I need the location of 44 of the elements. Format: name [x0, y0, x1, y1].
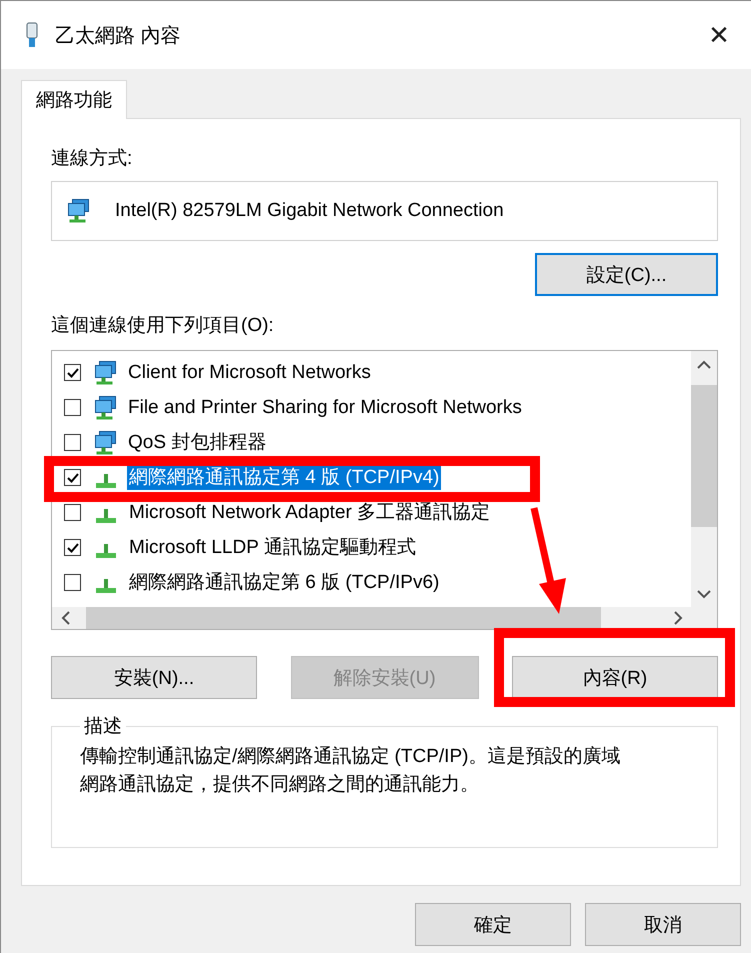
checkbox[interactable]: [64, 469, 81, 486]
list-item[interactable]: QoS 封包排程器: [126, 430, 268, 454]
dialog-button[interactable]: 取消: [585, 903, 741, 946]
list-item[interactable]: Microsoft LLDP 通訊協定驅動程式: [127, 536, 418, 560]
window-title: 乙太網路 內容: [55, 24, 182, 48]
network-protocol-icon: [96, 544, 116, 558]
scroll-up-icon[interactable]: [697, 360, 711, 368]
field-label: 連線方式:: [51, 147, 134, 171]
scroll-down-icon[interactable]: [697, 590, 711, 598]
scroll-thumb[interactable]: [691, 385, 717, 527]
scroll-left-icon[interactable]: [60, 611, 70, 625]
list-item[interactable]: 網際網路通訊協定第 4 版 (TCP/IPv4): [127, 466, 442, 490]
list-item[interactable]: 網際網路通訊協定第 6 版 (TCP/IPv6): [127, 570, 442, 594]
horizontal-scrollbar[interactable]: [52, 607, 691, 629]
group-title: 描述: [83, 715, 123, 739]
network-computer-icon: [95, 360, 116, 384]
item-button[interactable]: 安裝(N)...: [51, 656, 257, 699]
list-item[interactable]: Microsoft Network Adapter 多工器通訊協定: [127, 500, 492, 524]
field-label: 這個連線使用下列項目(O):: [51, 314, 275, 338]
checkbox[interactable]: [64, 539, 81, 556]
checkbox[interactable]: [64, 364, 81, 381]
checkbox[interactable]: [64, 504, 81, 521]
network-adapter-icon: [68, 199, 89, 223]
description-text: 傳輸控制通訊協定/網際網路通訊協定 (TCP/IP)。這是預設的廣域網路通訊協定，提供不同網路之間的通訊能力。: [80, 745, 622, 797]
adapter-name: Intel(R) 82579LM Gigabit Network Connection: [115, 200, 504, 222]
checkbox[interactable]: [64, 434, 81, 451]
network-protocol-icon: [96, 508, 116, 522]
checkbox[interactable]: [64, 574, 81, 591]
network-computer-icon: [95, 430, 116, 454]
close-button[interactable]: ✕: [699, 20, 739, 50]
network-protocol-icon: [96, 578, 116, 592]
tab[interactable]: 網路功能: [21, 80, 127, 119]
network-computer-icon: [95, 396, 116, 420]
scroll-thumb[interactable]: [86, 607, 601, 629]
scroll-right-icon[interactable]: [674, 611, 682, 625]
dialog-button[interactable]: 確定: [415, 903, 571, 946]
network-cable-icon: [25, 22, 39, 48]
vertical-scrollbar[interactable]: [691, 351, 717, 607]
checkbox[interactable]: [64, 399, 81, 416]
item-button[interactable]: 內容(R): [512, 656, 718, 699]
list-item[interactable]: Client for Microsoft Networks: [126, 360, 373, 384]
configure-button[interactable]: 設定(C)...: [535, 253, 718, 296]
list-item[interactable]: File and Printer Sharing for Microsoft Networks: [126, 396, 524, 420]
network-protocol-icon: [96, 474, 116, 488]
